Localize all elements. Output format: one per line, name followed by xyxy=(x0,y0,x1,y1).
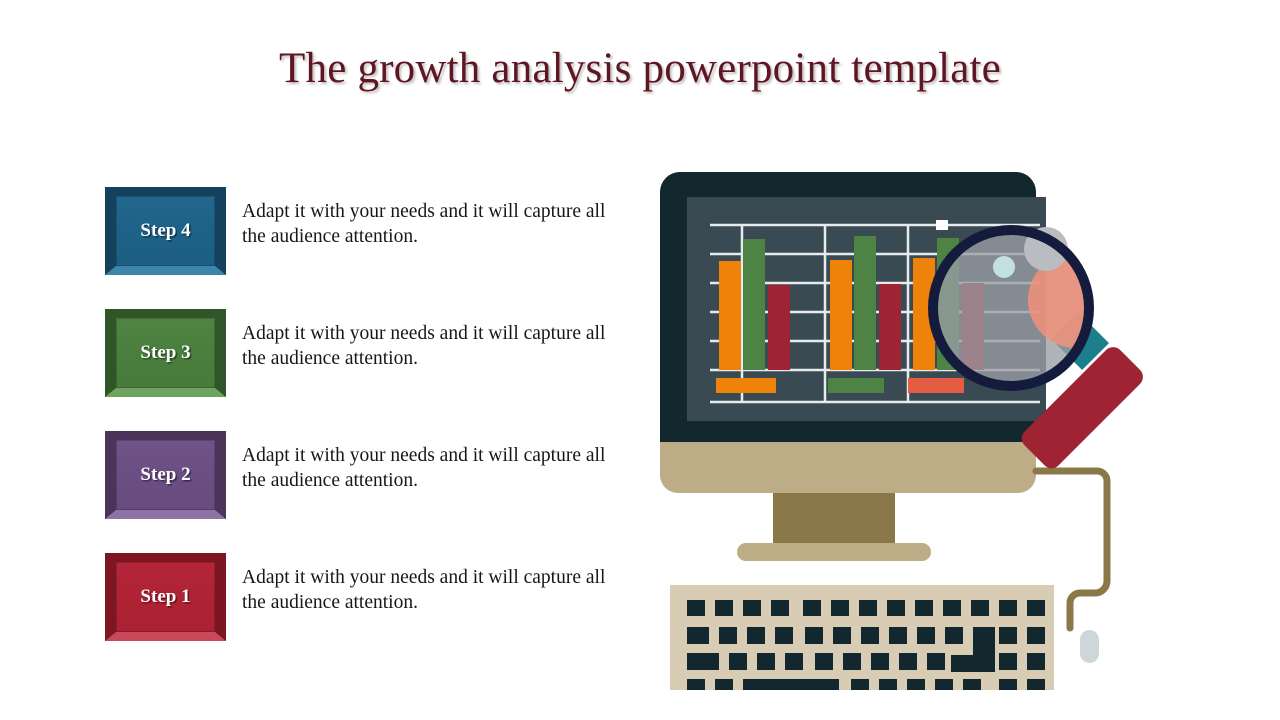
chart-baseline-bar-3 xyxy=(908,378,964,393)
spacebar xyxy=(743,679,839,690)
step-button-1[interactable]: Step 1 xyxy=(105,553,226,641)
step-description-3: Adapt it with your needs and it will cap… xyxy=(242,323,606,369)
monitor-base xyxy=(660,442,1036,493)
step-button-3[interactable]: Step 3 xyxy=(105,309,226,397)
monitor-stand xyxy=(737,493,931,561)
step-row-4: Step 4 Adapt it with your needs and it w… xyxy=(105,187,625,275)
steps-list: Step 4 Adapt it with your needs and it w… xyxy=(0,0,620,720)
chart-bar-orange-1 xyxy=(719,261,741,370)
lens-highlight-small xyxy=(993,256,1015,278)
chart-bar-green-1 xyxy=(743,239,765,370)
step-description-1: Adapt it with your needs and it will cap… xyxy=(242,567,606,613)
step-row-1: Step 1 Adapt it with your needs and it w… xyxy=(105,553,625,641)
chart-bar-red-2 xyxy=(879,284,901,370)
chart-bar-orange-2 xyxy=(830,260,852,370)
computer-illustration xyxy=(640,150,1240,690)
chart-bar-green-2 xyxy=(854,236,876,370)
chart-baseline-bar-1 xyxy=(716,378,776,393)
step-button-4[interactable]: Step 4 xyxy=(105,187,226,275)
stand-neck xyxy=(773,493,895,549)
step-button-2[interactable]: Step 2 xyxy=(105,431,226,519)
chart-bar-red-1 xyxy=(768,285,790,370)
keyboard[interactable] xyxy=(670,585,1054,690)
chart-baseline-bar-2 xyxy=(828,378,884,393)
step-description-4: Adapt it with your needs and it will cap… xyxy=(242,201,606,247)
step-row-2: Step 2 Adapt it with your needs and it w… xyxy=(105,431,625,519)
slide-canvas: The growth analysis powerpoint template … xyxy=(0,0,1280,720)
chart-notch-marker xyxy=(936,220,948,230)
step-row-3: Step 3 Adapt it with your needs and it w… xyxy=(105,309,625,397)
step-description-2: Adapt it with your needs and it will cap… xyxy=(242,445,606,491)
stand-foot xyxy=(737,543,931,561)
mouse[interactable] xyxy=(1080,630,1099,663)
